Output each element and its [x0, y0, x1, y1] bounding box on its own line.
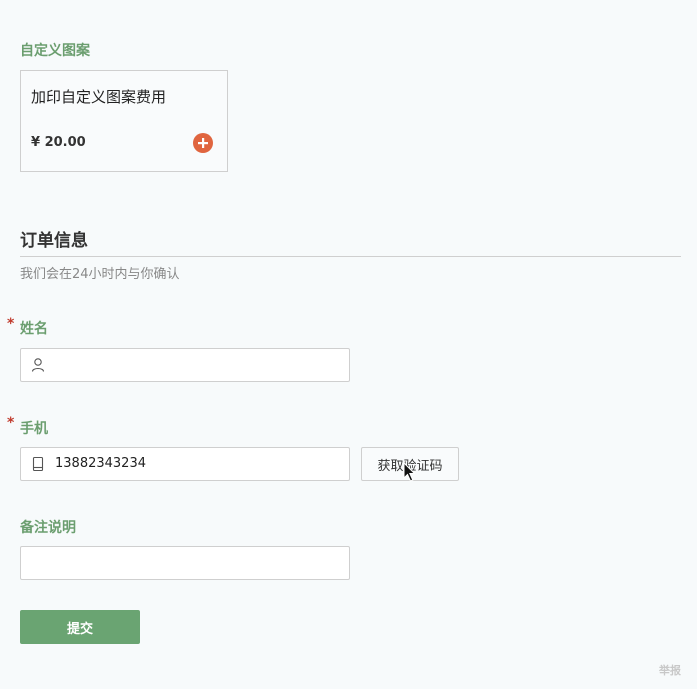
product-card[interactable]: 加印自定义图案费用 ¥ 20.00 — [20, 70, 228, 172]
phone-label: 手机 — [20, 421, 48, 437]
required-mark: * — [7, 316, 15, 332]
name-field[interactable] — [20, 348, 350, 382]
report-link[interactable]: 举报 — [659, 662, 681, 678]
notes-field[interactable] — [20, 546, 350, 580]
product-price: ¥ 20.00 — [31, 135, 86, 150]
phone-icon — [32, 456, 44, 472]
add-button[interactable] — [193, 133, 213, 153]
mouse-cursor-icon — [403, 462, 416, 482]
custom-pattern-title: 自定义图案 — [20, 43, 90, 59]
name-label: 姓名 — [20, 321, 48, 337]
notes-label: 备注说明 — [20, 520, 76, 536]
user-icon — [31, 358, 45, 372]
order-info-divider — [20, 256, 681, 257]
order-info-subtitle: 我们会在24小时内与你确认 — [20, 267, 180, 282]
required-mark: * — [7, 415, 15, 431]
product-name: 加印自定义图案费用 — [31, 88, 167, 106]
phone-value: 13882343234 — [55, 456, 146, 471]
plus-circle-icon — [198, 138, 208, 148]
phone-field[interactable]: 13882343234 — [20, 447, 350, 481]
order-info-title: 订单信息 — [20, 231, 88, 251]
submit-button[interactable]: 提交 — [20, 610, 140, 644]
